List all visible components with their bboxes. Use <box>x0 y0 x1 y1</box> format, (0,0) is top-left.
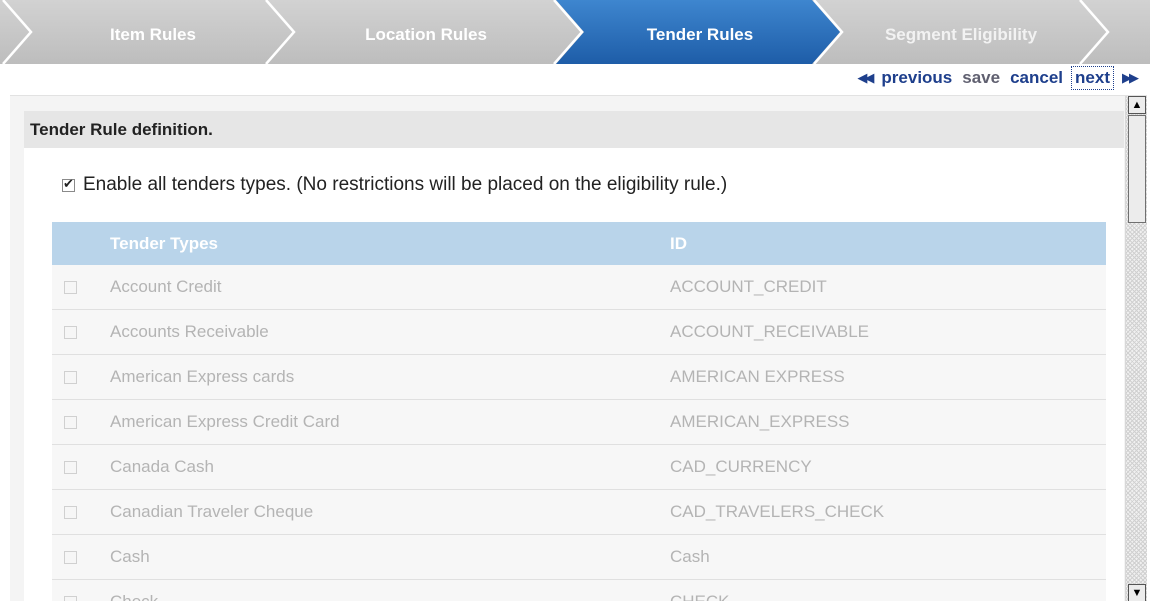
tender-types-table: Tender Types ID Account Credit ACCOUNT_CR… <box>52 222 1106 601</box>
row-select-cell <box>52 325 110 339</box>
tender-type-name: Canadian Traveler Cheque <box>110 502 314 521</box>
previous-link[interactable]: previous <box>881 68 952 88</box>
tender-type-id: CAD_CURRENCY <box>670 457 812 476</box>
tender-type-id: Cash <box>670 547 710 566</box>
row-select-cell <box>52 505 110 519</box>
table-row: Canadian Traveler Cheque CAD_TRAVELERS_CH… <box>52 490 1106 535</box>
tender-type-id: AMERICAN_EXPRESS <box>670 412 850 431</box>
tender-type-name: American Express cards <box>110 367 295 386</box>
tender-type-name: Accounts Receivable <box>110 322 269 341</box>
tender-type-id: CAD_TRAVELERS_CHECK <box>670 502 885 521</box>
scrollbar-thumb[interactable] <box>1128 115 1146 223</box>
step-location-rules[interactable]: Location Rules <box>300 0 552 64</box>
tender-type-id: ACCOUNT_RECEIVABLE <box>670 322 870 341</box>
row-select-cell <box>52 280 110 294</box>
cancel-link[interactable]: cancel <box>1010 68 1063 88</box>
row-checkbox[interactable] <box>64 325 77 339</box>
next-link[interactable]: next <box>1071 66 1114 90</box>
row-checkbox[interactable] <box>64 370 77 384</box>
previous-arrow-icon[interactable]: ◀◀ <box>857 70 874 86</box>
row-select-cell <box>52 370 110 384</box>
row-checkbox[interactable] <box>64 460 77 474</box>
row-checkbox[interactable] <box>64 280 77 294</box>
tender-type-name: Check <box>110 592 670 601</box>
table-row: Cash Cash <box>52 535 1106 580</box>
row-checkbox[interactable] <box>64 505 77 519</box>
table-row: Account Credit ACCOUNT_CREDIT <box>52 265 1106 310</box>
wizard-actions: ◀◀ previous save cancel next ▶▶ <box>857 64 1139 92</box>
enable-all-checkbox[interactable] <box>62 176 75 192</box>
tender-type-name: Cash <box>110 547 150 566</box>
step-tender-rules[interactable]: Tender Rules <box>590 0 810 64</box>
table-row: American Express cards AMERICAN EXPRESS <box>52 355 1106 400</box>
tender-rules-panel: Tender Rule definition. Enable all tende… <box>10 95 1147 601</box>
step-segment-eligibility[interactable]: Segment Eligibility <box>845 0 1077 64</box>
header-id[interactable]: ID <box>670 234 687 254</box>
section-title: Tender Rule definition. <box>24 111 1124 148</box>
tender-type-id: CHECK <box>670 592 730 601</box>
row-select-cell <box>52 415 110 429</box>
tender-type-id: ACCOUNT_CREDIT <box>670 277 827 296</box>
tender-type-name: Canada Cash <box>110 457 214 476</box>
enable-all-label[interactable]: Enable all tenders types. (No restrictio… <box>83 174 727 196</box>
table-row: American Express Credit Card AMERICAN_EXP… <box>52 400 1106 445</box>
table-header: Tender Types ID <box>52 222 1106 265</box>
row-select-cell <box>52 460 110 474</box>
row-select-cell <box>52 550 110 564</box>
tender-type-name: Account Credit <box>110 277 222 296</box>
next-arrow-icon[interactable]: ▶▶ <box>1122 70 1139 86</box>
vertical-scrollbar[interactable]: ▲ ▼ <box>1125 96 1147 601</box>
header-tender-types[interactable]: Tender Types <box>110 234 670 254</box>
panel-viewport: Tender Rule definition. Enable all tende… <box>10 96 1125 601</box>
wizard-steps: Item Rules Location Rules Tender Rules S… <box>0 0 1150 64</box>
table-row: CheckCHECK <box>52 580 1106 601</box>
step-item-rules[interactable]: Item Rules <box>40 0 266 64</box>
row-checkbox[interactable] <box>64 595 77 601</box>
row-select-cell <box>52 595 110 601</box>
row-checkbox[interactable] <box>64 550 77 564</box>
enable-all-row: Enable all tenders types. (No restrictio… <box>62 174 727 196</box>
scroll-up-icon[interactable]: ▲ <box>1128 96 1146 114</box>
tender-type-name: American Express Credit Card <box>110 412 340 431</box>
tender-type-id: AMERICAN EXPRESS <box>670 367 845 386</box>
scroll-down-icon[interactable]: ▼ <box>1128 584 1146 601</box>
row-checkbox[interactable] <box>64 415 77 429</box>
table-row: Accounts Receivable ACCOUNT_RECEIVABLE <box>52 310 1106 355</box>
table-row: Canada Cash CAD_CURRENCY <box>52 445 1106 490</box>
save-link[interactable]: save <box>962 68 1000 88</box>
